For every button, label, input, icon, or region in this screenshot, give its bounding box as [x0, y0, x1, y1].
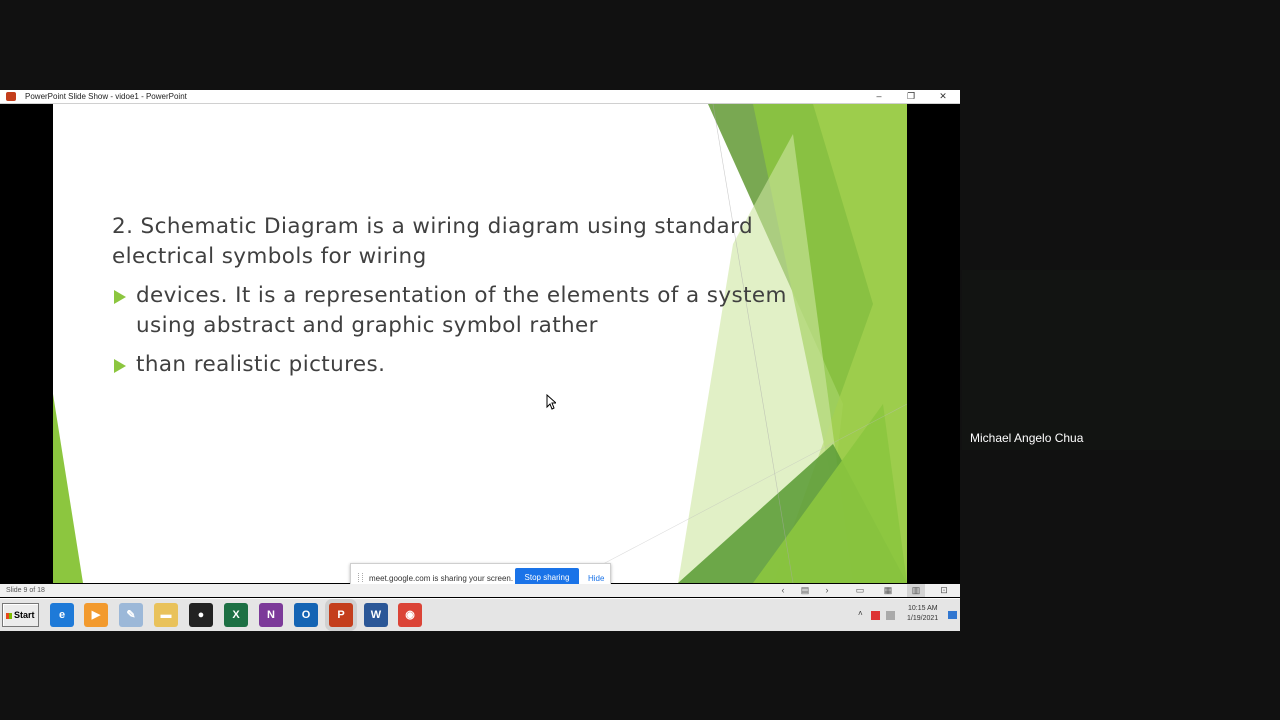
powerpoint-icon — [6, 92, 16, 101]
participant-tile[interactable]: Michael Angelo Chua — [962, 270, 1280, 450]
bullet-item: than realistic pictures. — [112, 350, 787, 380]
excel-icon[interactable]: X — [224, 603, 248, 627]
bullet-text: using abstract and graphic symbol rather — [136, 313, 598, 338]
previous-slide-button[interactable]: ‹ — [774, 584, 792, 597]
slide-counter: Slide 9 of 18 — [6, 587, 45, 594]
bullet-text: than realistic pictures. — [136, 352, 386, 377]
record-icon[interactable]: ● — [189, 603, 213, 627]
bullet-arrow-icon — [114, 359, 126, 373]
participant-name: Michael Angelo Chua — [970, 431, 1084, 445]
normal-view-button[interactable]: ▭ — [851, 584, 869, 597]
window-title-bar: PowerPoint Slide Show - vidoe1 - PowerPo… — [0, 90, 960, 104]
word-icon[interactable]: W — [364, 603, 388, 627]
media-player-icon[interactable]: ▶ — [84, 603, 108, 627]
hide-button[interactable]: Hide — [588, 574, 604, 583]
minimize-button[interactable]: – — [864, 90, 894, 103]
taskbar: Start e ▶ ✎ ▬ ● X N O P W ◉ ˄ 10:15 AM 1… — [0, 598, 960, 631]
folder-icon[interactable]: ▬ — [154, 603, 178, 627]
heading-line-2: electrical symbols for wiring — [112, 244, 427, 269]
slide-body: 2. Schematic Diagram is a wiring diagram… — [112, 212, 787, 380]
close-button[interactable]: ✕ — [928, 90, 958, 103]
paint-icon[interactable]: ✎ — [119, 603, 143, 627]
windows-logo-icon — [6, 612, 12, 619]
start-label: Start — [14, 610, 35, 620]
share-message: meet.google.com is sharing your screen. — [369, 574, 514, 583]
bullet-arrow-icon — [114, 290, 126, 304]
clock-time[interactable]: 10:15 AM — [908, 605, 938, 612]
window-title: PowerPoint Slide Show - vidoe1 - PowerPo… — [25, 92, 187, 101]
slideshow-button[interactable]: ⊡ — [935, 584, 953, 597]
shared-screen: PowerPoint Slide Show - vidoe1 - PowerPo… — [0, 90, 960, 631]
slide-sorter-button[interactable]: ▦ — [879, 584, 897, 597]
mouse-cursor-icon — [546, 394, 556, 410]
chevron-up-icon[interactable]: ˄ — [858, 609, 863, 618]
slide-menu-button[interactable]: ▤ — [796, 584, 814, 597]
clock-date[interactable]: 1/19/2021 — [907, 615, 938, 622]
network-icon[interactable] — [886, 611, 895, 620]
start-button[interactable]: Start — [2, 603, 39, 627]
powerpoint-icon[interactable]: P — [329, 603, 353, 627]
bullet-item: devices. It is a representation of the e… — [112, 281, 787, 341]
outlook-icon[interactable]: O — [294, 603, 318, 627]
onenote-icon[interactable]: N — [259, 603, 283, 627]
flag-icon[interactable] — [871, 611, 880, 620]
heading-line-1: 2. Schematic Diagram is a wiring diagram… — [112, 214, 753, 239]
reading-view-button[interactable]: ▥ — [907, 584, 925, 597]
ie-icon[interactable]: e — [50, 603, 74, 627]
slideshow-status-bar: Slide 9 of 18 ‹ ▤ › ▭ ▦ ▥ ⊡ — [0, 584, 960, 597]
show-desktop-icon[interactable] — [948, 611, 957, 619]
system-tray: ˄ 10:15 AM 1/19/2021 — [856, 605, 960, 629]
bullet-text: devices. It is a representation of the e… — [136, 283, 787, 308]
slide: 2. Schematic Diagram is a wiring diagram… — [53, 104, 907, 583]
next-slide-button[interactable]: › — [818, 584, 836, 597]
drag-handle-icon[interactable] — [358, 573, 363, 582]
restore-button[interactable]: ❐ — [896, 90, 926, 103]
chrome-icon[interactable]: ◉ — [398, 603, 422, 627]
